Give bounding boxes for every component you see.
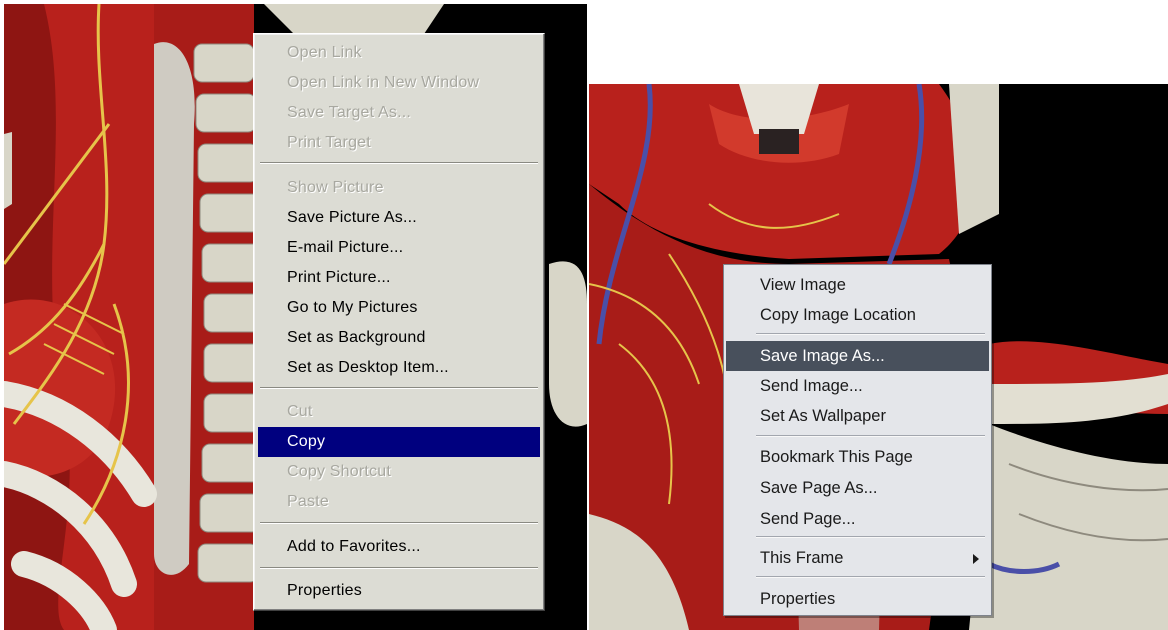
menu-item-copy[interactable]: Copy xyxy=(258,427,540,457)
menu-separator xyxy=(260,387,538,389)
netscape-context-menu[interactable]: View Image Copy Image Location Save Imag… xyxy=(723,264,992,616)
menu-item-properties[interactable]: Properties xyxy=(724,584,991,614)
menu-item-send-page[interactable]: Send Page... xyxy=(724,504,991,534)
menu-item-go-to-my-pictures[interactable]: Go to My Pictures xyxy=(254,293,544,323)
menu-item-view-image[interactable]: View Image xyxy=(724,270,991,300)
menu-item-copy-image-location[interactable]: Copy Image Location xyxy=(724,300,991,330)
menu-separator xyxy=(756,576,985,578)
menu-separator xyxy=(756,435,985,437)
menu-item-save-image-as[interactable]: Save Image As... xyxy=(726,341,989,371)
submenu-arrow-icon xyxy=(973,554,979,564)
menu-item-print-picture[interactable]: Print Picture... xyxy=(254,263,544,293)
menu-item-properties[interactable]: Properties xyxy=(254,576,544,606)
menu-item-add-to-favorites[interactable]: Add to Favorites... xyxy=(254,532,544,562)
menu-separator xyxy=(260,567,538,569)
menu-item-set-as-desktop-item[interactable]: Set as Desktop Item... xyxy=(254,353,544,383)
ie-context-menu[interactable]: Open Link Open Link in New Window Save T… xyxy=(253,33,545,611)
menu-item-cut[interactable]: Cut xyxy=(254,397,544,427)
menu-item-print-target[interactable]: Print Target xyxy=(254,128,544,158)
menu-item-paste[interactable]: Paste xyxy=(254,487,544,517)
menu-item-save-picture-as[interactable]: Save Picture As... xyxy=(254,203,544,233)
menu-item-open-link-new-window[interactable]: Open Link in New Window xyxy=(254,68,544,98)
menu-item-show-picture[interactable]: Show Picture xyxy=(254,173,544,203)
menu-item-send-image[interactable]: Send Image... xyxy=(724,371,991,401)
menu-separator xyxy=(756,333,985,335)
menu-item-save-page-as[interactable]: Save Page As... xyxy=(724,473,991,503)
menu-item-set-as-wallpaper[interactable]: Set As Wallpaper xyxy=(724,401,991,431)
menu-item-this-frame-label: This Frame xyxy=(760,549,844,567)
menu-item-set-as-background[interactable]: Set as Background xyxy=(254,323,544,353)
menu-item-this-frame[interactable]: This Frame xyxy=(724,543,991,573)
menu-separator xyxy=(260,162,538,164)
menu-item-copy-shortcut[interactable]: Copy Shortcut xyxy=(254,457,544,487)
menu-separator xyxy=(260,522,538,524)
menu-separator xyxy=(756,536,985,538)
menu-item-open-link[interactable]: Open Link xyxy=(254,38,544,68)
menu-item-save-target-as[interactable]: Save Target As... xyxy=(254,98,544,128)
menu-item-bookmark-this-page[interactable]: Bookmark This Page xyxy=(724,442,991,472)
menu-item-email-picture[interactable]: E-mail Picture... xyxy=(254,233,544,263)
